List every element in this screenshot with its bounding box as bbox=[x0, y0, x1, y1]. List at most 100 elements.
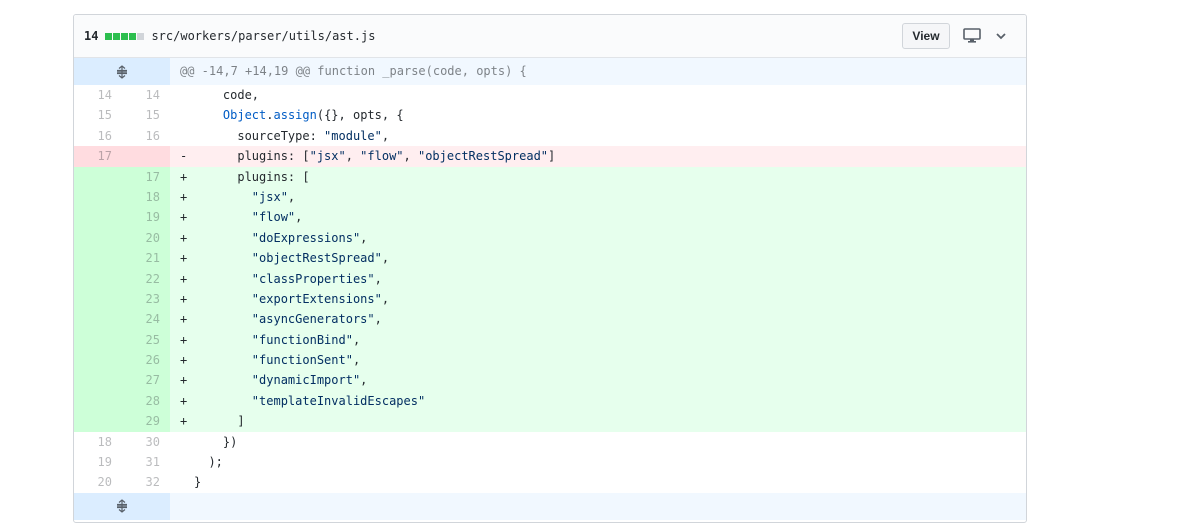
new-line-number[interactable]: 14 bbox=[122, 85, 170, 105]
diff-marker bbox=[180, 105, 194, 125]
new-line-number[interactable]: 18 bbox=[122, 186, 170, 208]
diff-file-box: 14 src/workers/parser/utils/ast.js View … bbox=[73, 14, 1027, 523]
code-line: + "flow", bbox=[170, 207, 1026, 227]
diff-line: 14 14 code, bbox=[74, 85, 1026, 105]
old-line-number[interactable]: 17 bbox=[74, 146, 122, 167]
new-line-number[interactable]: 21 bbox=[122, 248, 170, 269]
new-line-number[interactable]: 32 bbox=[122, 472, 170, 492]
expand-button[interactable] bbox=[74, 58, 170, 85]
chevron-down-icon[interactable] bbox=[995, 30, 1007, 42]
code-line: + ] bbox=[170, 411, 1026, 431]
diff-line: 29 + ] bbox=[74, 411, 1026, 432]
code-line: + plugins: [ bbox=[170, 167, 1026, 187]
code-line: - plugins: ["jsx", "flow", "objectRestSp… bbox=[170, 146, 1026, 166]
code-line: + "jsx", bbox=[170, 187, 1026, 207]
old-line-number[interactable] bbox=[74, 268, 122, 289]
code-text: "flow", bbox=[251, 210, 303, 225]
diff-marker bbox=[180, 85, 194, 105]
old-line-number[interactable]: 19 bbox=[74, 452, 122, 472]
diff-marker: - bbox=[180, 149, 188, 164]
old-line-number[interactable] bbox=[74, 227, 122, 249]
old-line-number[interactable] bbox=[74, 370, 122, 391]
new-line-number[interactable]: 26 bbox=[122, 350, 170, 371]
code-text: Object.assign({}, opts, { bbox=[222, 108, 404, 123]
new-line-number[interactable]: 27 bbox=[122, 370, 170, 391]
new-line-number[interactable]: 17 bbox=[122, 166, 170, 187]
diff-line: 25 + "functionBind", bbox=[74, 329, 1026, 351]
code-text: "jsx", bbox=[251, 189, 296, 204]
new-line-number[interactable]: 15 bbox=[122, 105, 170, 125]
old-line-number[interactable] bbox=[74, 248, 122, 269]
old-line-number[interactable]: 16 bbox=[74, 126, 122, 146]
new-line-number[interactable]: 31 bbox=[122, 452, 170, 472]
diff-line: 16 16 sourceType: "module", bbox=[74, 126, 1026, 146]
diff-line: 18 + "jsx", bbox=[74, 186, 1026, 208]
desktop-icon[interactable] bbox=[963, 28, 981, 44]
diff-line: 17 + plugins: [ bbox=[74, 166, 1026, 187]
old-line-number[interactable] bbox=[74, 186, 122, 208]
diff-line: 26 + "functionSent", bbox=[74, 350, 1026, 371]
diff-marker: + bbox=[180, 251, 188, 266]
diff-line: 20 + "doExpressions", bbox=[74, 227, 1026, 249]
code-text: "templateInvalidEscapes" bbox=[251, 393, 426, 408]
diff-marker: + bbox=[180, 291, 188, 306]
new-line-number[interactable]: 24 bbox=[122, 309, 170, 330]
old-line-number[interactable]: 20 bbox=[74, 472, 122, 492]
code-line: code, bbox=[170, 85, 1026, 105]
code-text: plugins: [ bbox=[194, 169, 310, 184]
code-text: ); bbox=[194, 455, 223, 470]
new-line-number[interactable]: 28 bbox=[122, 390, 170, 412]
old-line-number[interactable] bbox=[74, 166, 122, 187]
new-line-number[interactable]: 16 bbox=[122, 126, 170, 146]
change-count: 14 bbox=[84, 29, 99, 43]
diff-marker bbox=[180, 126, 194, 146]
new-line-number[interactable]: 30 bbox=[122, 432, 170, 452]
code-text: "exportExtensions", bbox=[251, 291, 390, 306]
diff-marker: + bbox=[180, 353, 188, 368]
diff-marker: + bbox=[180, 312, 188, 327]
old-line-number[interactable] bbox=[74, 309, 122, 330]
diff-line: 23 + "exportExtensions", bbox=[74, 288, 1026, 310]
new-line-number[interactable]: 22 bbox=[122, 268, 170, 289]
code-line: + "functionSent", bbox=[170, 350, 1026, 370]
diff-line: 20 32 } bbox=[74, 472, 1026, 492]
old-line-number[interactable]: 18 bbox=[74, 432, 122, 452]
diff-marker: + bbox=[180, 373, 188, 388]
code-text: plugins: ["jsx", "flow", "objectRestSpre… bbox=[194, 149, 556, 164]
new-line-number[interactable] bbox=[122, 146, 170, 167]
code-line: sourceType: "module", bbox=[170, 126, 1026, 146]
old-line-number[interactable] bbox=[74, 411, 122, 432]
file-path[interactable]: src/workers/parser/utils/ast.js bbox=[151, 29, 375, 43]
old-line-number[interactable] bbox=[74, 350, 122, 371]
code-text: code, bbox=[194, 88, 260, 102]
old-line-number[interactable]: 14 bbox=[74, 85, 122, 105]
code-text: } bbox=[194, 475, 202, 490]
view-button[interactable]: View bbox=[902, 23, 950, 49]
new-line-number[interactable]: 23 bbox=[122, 288, 170, 310]
diff-line: 17 - plugins: ["jsx", "flow", "objectRest… bbox=[74, 146, 1026, 167]
old-line-number[interactable] bbox=[74, 390, 122, 412]
diff-marker bbox=[180, 472, 194, 492]
code-line: + "asyncGenerators", bbox=[170, 309, 1026, 329]
old-line-number[interactable] bbox=[74, 288, 122, 310]
old-line-number[interactable] bbox=[74, 207, 122, 228]
diff-line: 15 15 Object.assign({}, opts, { bbox=[74, 105, 1026, 125]
old-line-number[interactable] bbox=[74, 329, 122, 351]
diff-marker: + bbox=[180, 393, 188, 408]
diff-marker: + bbox=[180, 169, 188, 184]
diff-marker: + bbox=[180, 189, 188, 204]
old-line-number[interactable]: 15 bbox=[74, 105, 122, 125]
new-line-number[interactable]: 25 bbox=[122, 329, 170, 351]
code-line: Object.assign({}, opts, { bbox=[170, 105, 1026, 125]
unfold-icon bbox=[115, 499, 129, 514]
new-line-number[interactable]: 20 bbox=[122, 227, 170, 249]
file-header: 14 src/workers/parser/utils/ast.js View bbox=[74, 15, 1026, 58]
new-line-number[interactable]: 29 bbox=[122, 411, 170, 432]
diffstat-block bbox=[121, 32, 129, 40]
code-line: + "templateInvalidEscapes" bbox=[170, 391, 1026, 411]
diff-line: 24 + "asyncGenerators", bbox=[74, 309, 1026, 330]
code-text: "objectRestSpread", bbox=[251, 251, 390, 266]
code-line: + "classProperties", bbox=[170, 269, 1026, 289]
new-line-number[interactable]: 19 bbox=[122, 207, 170, 228]
expand-button[interactable] bbox=[74, 492, 170, 520]
